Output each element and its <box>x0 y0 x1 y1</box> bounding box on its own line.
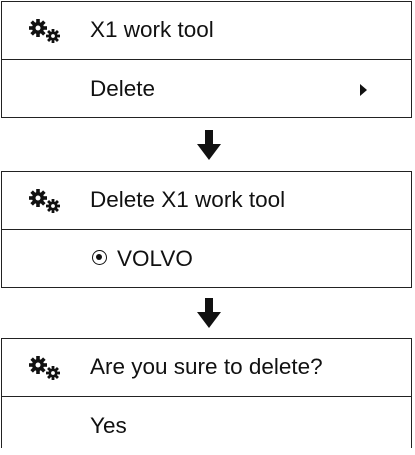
screen-title: X1 work tool <box>90 17 214 42</box>
gears-icon <box>29 189 60 213</box>
gears-icon <box>29 356 60 380</box>
screen-header: Are you sure to delete? <box>2 339 411 397</box>
menu-item-label: Delete <box>90 76 156 101</box>
option-label: VOLVO <box>117 246 193 271</box>
confirm-yes-item[interactable]: Yes <box>2 397 411 455</box>
submenu-arrow-icon <box>360 84 367 96</box>
screen-header: X1 work tool <box>2 2 411 60</box>
menu-screen-delete-work-tool: Delete X1 work tool VOLVO <box>1 171 412 288</box>
confirm-yes-label: Yes <box>90 413 127 438</box>
screen-title: Are you sure to delete? <box>90 354 323 379</box>
menu-screen-confirm-delete: Are you sure to delete? Yes <box>1 338 412 448</box>
gears-icon <box>29 19 60 43</box>
down-arrow-icon <box>197 298 221 328</box>
down-arrow-icon <box>197 130 221 160</box>
option-volvo[interactable]: VOLVO <box>2 230 411 288</box>
radio-selected-icon[interactable] <box>92 250 107 265</box>
screen-header: Delete X1 work tool <box>2 172 411 230</box>
menu-item-delete[interactable]: Delete <box>2 60 411 118</box>
menu-screen-work-tool: X1 work tool Delete <box>1 1 412 118</box>
screen-title: Delete X1 work tool <box>90 187 286 212</box>
